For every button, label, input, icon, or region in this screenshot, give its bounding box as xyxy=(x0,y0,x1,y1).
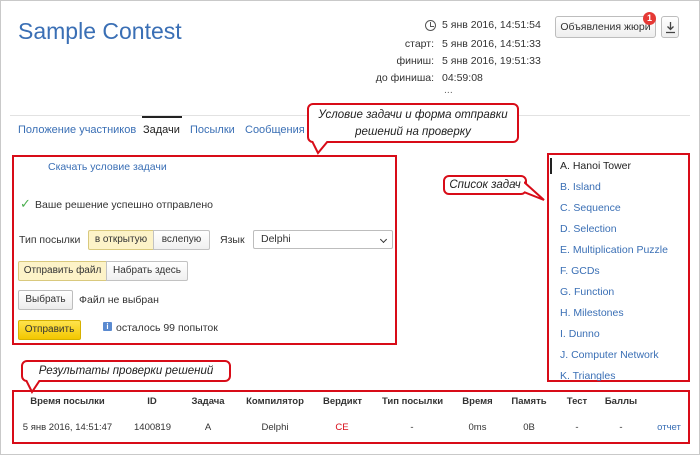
tab-problems[interactable]: Задачи xyxy=(143,124,180,136)
submit-form-box xyxy=(12,155,397,345)
remaining-time: 04:59:08 xyxy=(442,72,483,84)
task-item-a[interactable]: A. Hanoi Tower xyxy=(560,160,631,172)
row-id: 1400819 xyxy=(134,422,171,433)
row-score: - xyxy=(619,422,623,433)
row-problem: A xyxy=(204,422,212,433)
row-report-link[interactable]: отчет xyxy=(654,422,684,433)
task-item-h[interactable]: H. Milestones xyxy=(560,307,624,319)
type-open-button[interactable]: в открытую xyxy=(88,230,154,250)
col-score: Баллы xyxy=(604,396,638,407)
callout-statement: Условие задачи и форма отправки решений … xyxy=(307,103,519,143)
tab-messages[interactable]: Сообщения xyxy=(245,124,305,136)
col-compiler: Компилятор xyxy=(246,396,304,407)
type-here-button[interactable]: Набрать здесь xyxy=(106,261,188,281)
submit-button[interactable]: Отправить xyxy=(18,320,81,340)
task-item-f[interactable]: F. GCDs xyxy=(560,265,600,277)
choose-file-button[interactable]: Выбрать xyxy=(18,290,73,310)
contest-title: Sample Contest xyxy=(18,18,182,44)
clock-icon xyxy=(425,20,436,31)
announcements-button[interactable]: Объявления жюри xyxy=(555,16,656,38)
current-time: 5 янв 2016, 14:51:54 xyxy=(442,19,541,31)
row-compiler: Delphi xyxy=(261,422,289,433)
callout-statement-pointer xyxy=(312,141,329,155)
start-time: 5 янв 2016, 14:51:33 xyxy=(442,38,541,50)
callout-task-list: Список задач xyxy=(443,175,527,195)
info-icon: i xyxy=(103,322,112,331)
row-test: - xyxy=(575,422,579,433)
col-time: Время xyxy=(462,396,493,407)
task-item-c[interactable]: C. Sequence xyxy=(560,202,621,214)
callout-task-list-pointer xyxy=(524,181,545,201)
row-submission-type: - xyxy=(410,422,414,433)
language-value: Delphi xyxy=(261,233,291,245)
attempts-left: осталось 99 попыток xyxy=(116,322,218,334)
task-item-k[interactable]: K. Triangles xyxy=(560,370,615,382)
language-label: Язык xyxy=(220,234,245,246)
row-run-time: 0ms xyxy=(468,422,487,433)
finish-label: финиш: xyxy=(396,55,434,67)
task-item-b[interactable]: B. Island xyxy=(560,181,601,193)
language-select[interactable]: Delphi xyxy=(253,230,393,249)
task-item-e[interactable]: E. Multiplication Puzzle xyxy=(560,244,668,256)
download-statement-link[interactable]: Скачать условие задачи xyxy=(48,161,167,173)
col-id: ID xyxy=(147,396,157,407)
active-task-marker xyxy=(550,158,552,174)
download-button[interactable] xyxy=(661,16,679,38)
col-submission-time: Время посылки xyxy=(30,396,105,407)
active-tab-indicator xyxy=(142,116,182,118)
task-item-j[interactable]: J. Computer Network xyxy=(560,349,659,361)
download-icon xyxy=(666,22,675,34)
tab-standings[interactable]: Положение участников xyxy=(18,124,136,136)
col-test: Тест xyxy=(566,396,588,407)
submission-type-label: Тип посылки xyxy=(19,234,81,246)
announcements-badge: 1 xyxy=(643,12,656,25)
col-submission-type: Тип посылки xyxy=(381,396,444,407)
type-blind-button[interactable]: вслепую xyxy=(153,230,210,250)
tab-submissions[interactable]: Посылки xyxy=(190,124,235,136)
callout-results: Результаты проверки решений xyxy=(21,360,231,382)
col-memory: Память xyxy=(511,396,547,407)
task-item-g[interactable]: G. Function xyxy=(560,286,614,298)
task-item-d[interactable]: D. Selection xyxy=(560,223,617,235)
check-icon: ✓ xyxy=(20,196,31,211)
remaining-label: до финиша: xyxy=(375,72,434,84)
start-label: старт: xyxy=(404,38,434,50)
row-memory: 0B xyxy=(523,422,535,433)
time-ellipsis: ... xyxy=(444,84,453,96)
chevron-down-icon xyxy=(379,235,388,244)
col-problem: Задача xyxy=(191,396,225,407)
finish-time: 5 янв 2016, 19:51:33 xyxy=(442,55,541,67)
task-item-i[interactable]: I. Dunno xyxy=(560,328,600,340)
success-message: Ваше решение успешно отправлено xyxy=(35,199,213,211)
row-verdict[interactable]: CE xyxy=(332,422,352,433)
no-file-label: Файл не выбран xyxy=(79,294,159,306)
col-verdict: Вердикт xyxy=(323,396,362,407)
send-file-button[interactable]: Отправить файл xyxy=(18,261,107,281)
row-submission-time: 5 янв 2016, 14:51:47 xyxy=(22,422,113,433)
